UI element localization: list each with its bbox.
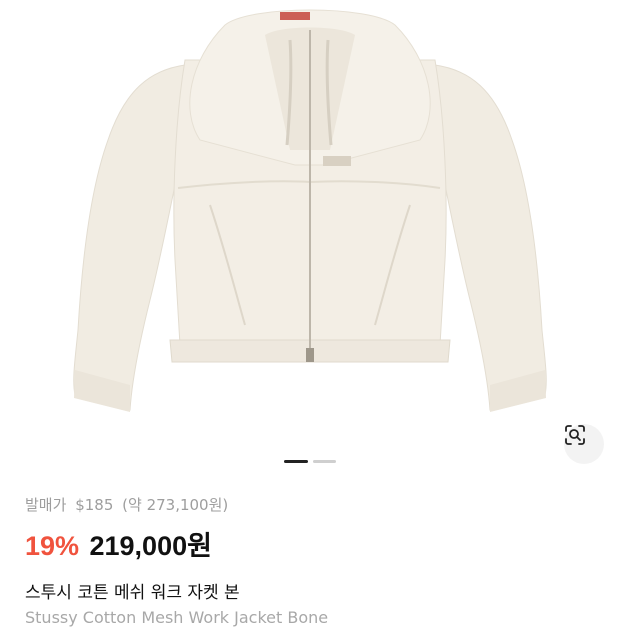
release-price-line: 발매가 $185 (약 273,100원) (25, 494, 232, 515)
lens-search-button[interactable] (564, 424, 604, 464)
product-title-en: Stussy Cotton Mesh Work Jacket Bone (25, 608, 329, 627)
product-title-ko: 스투시 코튼 메쉬 워크 자켓 본 (25, 583, 240, 603)
pagination-dot[interactable] (313, 460, 336, 463)
lens-search-icon (565, 425, 585, 445)
release-price-krw: (약 273,100원) (122, 496, 229, 514)
release-price-usd: $185 (75, 496, 114, 514)
sale-price: 219,000원 (89, 531, 212, 561)
jacket-product-image (73, 9, 547, 412)
pagination-dot-active[interactable] (284, 460, 308, 463)
release-price-label: 발매가 (25, 496, 67, 514)
discount-rate: 19% (25, 531, 80, 561)
gallery-pagination (0, 460, 620, 466)
sale-price-line: 19% 219,000원 (25, 524, 212, 563)
product-image-gallery[interactable] (0, 0, 620, 478)
